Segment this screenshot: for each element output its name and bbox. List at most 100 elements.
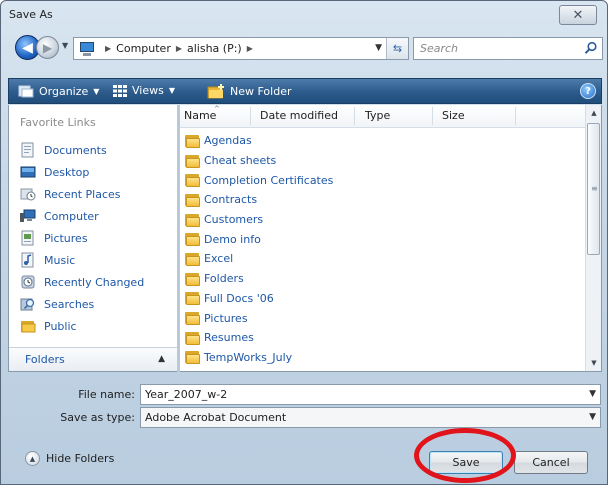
- close-button[interactable]: ✕: [559, 5, 597, 25]
- sidebar-item-computer[interactable]: Computer: [20, 205, 144, 227]
- column-divider[interactable]: [432, 107, 433, 125]
- scroll-down-icon[interactable]: ▼: [586, 355, 601, 371]
- views-dropdown-icon: ▼: [168, 86, 175, 95]
- close-icon: ✕: [572, 7, 584, 23]
- breadcrumb-computer[interactable]: Computer: [116, 42, 171, 55]
- folder-icon: [185, 350, 201, 365]
- table-row[interactable]: Demo info: [180, 229, 333, 249]
- new-folder-icon: [207, 84, 224, 99]
- refresh-icon: ⇆: [392, 42, 403, 55]
- folder-icon: [185, 154, 201, 168]
- address-bar[interactable]: ▶ Computer ▶ alisha (P:) ▶ ▼ ⇆: [73, 37, 409, 60]
- hide-folders-button[interactable]: ▲ Hide Folders: [25, 451, 114, 466]
- folder-icon: [185, 213, 201, 227]
- folders-toggle-bar[interactable]: Folders ▲: [9, 347, 177, 371]
- help-icon[interactable]: ?: [580, 83, 596, 99]
- organize-menu[interactable]: Organize ▼: [18, 84, 99, 98]
- sidebar-item-pictures[interactable]: Pictures: [20, 227, 144, 249]
- sort-ascending-icon: ^: [214, 105, 220, 113]
- organize-label: Organize: [39, 84, 89, 98]
- navigation-pane: Favorite Links Documents Desktop Recent …: [8, 105, 177, 372]
- address-dropdown-icon[interactable]: ▼: [375, 43, 382, 53]
- column-divider[interactable]: [250, 107, 251, 125]
- table-row[interactable]: TempWorks_July: [180, 348, 333, 368]
- column-divider[interactable]: [515, 107, 516, 125]
- table-row[interactable]: Resumes: [180, 328, 333, 348]
- chevron-up-icon[interactable]: ▲: [158, 354, 165, 364]
- folder-icon: [185, 331, 201, 345]
- navigation-bar: ◀ ▶ ▼ ▶ Computer ▶ alisha (P:) ▶ ▼ ⇆ Sea…: [7, 31, 603, 65]
- folder-rows: Agendas Cheat sheets Completion Certific…: [180, 131, 333, 367]
- table-row[interactable]: Cheat sheets: [180, 151, 333, 171]
- search-icon[interactable]: [584, 41, 598, 55]
- window-title: Save As: [9, 8, 53, 21]
- views-menu[interactable]: Views ▼: [113, 84, 175, 97]
- forward-arrow-icon: ▶: [42, 40, 53, 55]
- scroll-up-icon[interactable]: ▲: [586, 105, 601, 121]
- public-folder-icon: [21, 321, 36, 333]
- computer-icon: [78, 41, 96, 56]
- sidebar-item-recently-changed[interactable]: Recently Changed: [20, 271, 144, 293]
- table-row[interactable]: Completion Certificates: [180, 170, 333, 190]
- folders-label: Folders: [25, 353, 65, 366]
- searches-icon: [20, 298, 35, 311]
- folder-icon: [185, 193, 201, 207]
- chevron-down-icon[interactable]: ▼: [589, 412, 596, 422]
- sidebar-item-music[interactable]: Music: [20, 249, 144, 271]
- column-divider[interactable]: [354, 107, 355, 125]
- chevron-up-icon: ▲: [25, 451, 40, 466]
- title-bar: Save As ✕: [1, 1, 607, 29]
- scrollbar-thumb[interactable]: ≡: [587, 123, 600, 255]
- recent-places-icon: [20, 188, 36, 201]
- search-input[interactable]: Search: [413, 37, 603, 60]
- breadcrumb-separator-icon[interactable]: ▶: [105, 44, 111, 53]
- column-header-date-modified[interactable]: Date modified: [260, 109, 338, 122]
- recent-pages-dropdown-icon[interactable]: ▼: [62, 41, 68, 50]
- folder-icon: [185, 134, 201, 148]
- organize-dropdown-icon: ▼: [93, 86, 100, 96]
- recently-changed-icon: [21, 275, 35, 289]
- sidebar-item-recent-places[interactable]: Recent Places: [20, 183, 144, 205]
- table-row[interactable]: Pictures: [180, 308, 333, 328]
- new-folder-button[interactable]: New Folder: [207, 84, 291, 99]
- computer-icon: [20, 209, 36, 222]
- save-as-type-select[interactable]: Adobe Acrobat Document ▼: [140, 407, 601, 428]
- favorite-links-heading: Favorite Links: [20, 116, 96, 129]
- refresh-button[interactable]: ⇆: [386, 38, 408, 59]
- column-header-type[interactable]: Type: [365, 109, 390, 122]
- organize-icon: [18, 85, 34, 98]
- breadcrumb-drive[interactable]: alisha (P:): [187, 42, 242, 55]
- table-row[interactable]: Agendas: [180, 131, 333, 151]
- column-header-row: ^ Name Date modified Type Size: [180, 105, 586, 128]
- sidebar-item-searches[interactable]: Searches: [20, 293, 144, 315]
- table-row[interactable]: Customers: [180, 210, 333, 230]
- highlight-circle-annotation: [414, 428, 516, 483]
- desktop-icon: [20, 166, 36, 178]
- favorite-links-list: Documents Desktop Recent Places Computer…: [20, 139, 144, 337]
- folder-icon: [185, 173, 201, 188]
- table-row[interactable]: Contracts: [180, 190, 333, 210]
- breadcrumb-separator-icon[interactable]: ▶: [247, 44, 253, 53]
- grip-icon: ≡: [591, 184, 598, 193]
- sidebar-item-desktop[interactable]: Desktop: [20, 161, 144, 183]
- vertical-scrollbar[interactable]: ▲ ≡ ▼: [585, 105, 601, 371]
- table-row[interactable]: Full Docs '06: [180, 289, 333, 309]
- chevron-down-icon[interactable]: ▼: [589, 389, 596, 399]
- pictures-icon: [21, 230, 34, 246]
- table-row[interactable]: Folders: [180, 269, 333, 289]
- save-as-type-label: Save as type:: [60, 411, 135, 424]
- breadcrumb-separator-icon[interactable]: ▶: [176, 44, 182, 53]
- forward-button[interactable]: ▶: [36, 36, 59, 59]
- file-name-field[interactable]: Year_2007_w-2 ▼: [140, 384, 601, 405]
- back-arrow-icon: ◀: [22, 39, 33, 56]
- views-label: Views: [132, 84, 164, 97]
- sidebar-item-documents[interactable]: Documents: [20, 139, 144, 161]
- cancel-button[interactable]: Cancel: [514, 451, 588, 474]
- folder-icon: [185, 272, 201, 286]
- table-row[interactable]: Excel: [180, 249, 333, 269]
- column-header-size[interactable]: Size: [442, 109, 465, 122]
- column-header-name[interactable]: ^ Name: [184, 105, 220, 122]
- hide-folders-label: Hide Folders: [46, 452, 115, 465]
- sidebar-item-public[interactable]: Public: [20, 315, 144, 337]
- search-placeholder: Search: [420, 42, 459, 55]
